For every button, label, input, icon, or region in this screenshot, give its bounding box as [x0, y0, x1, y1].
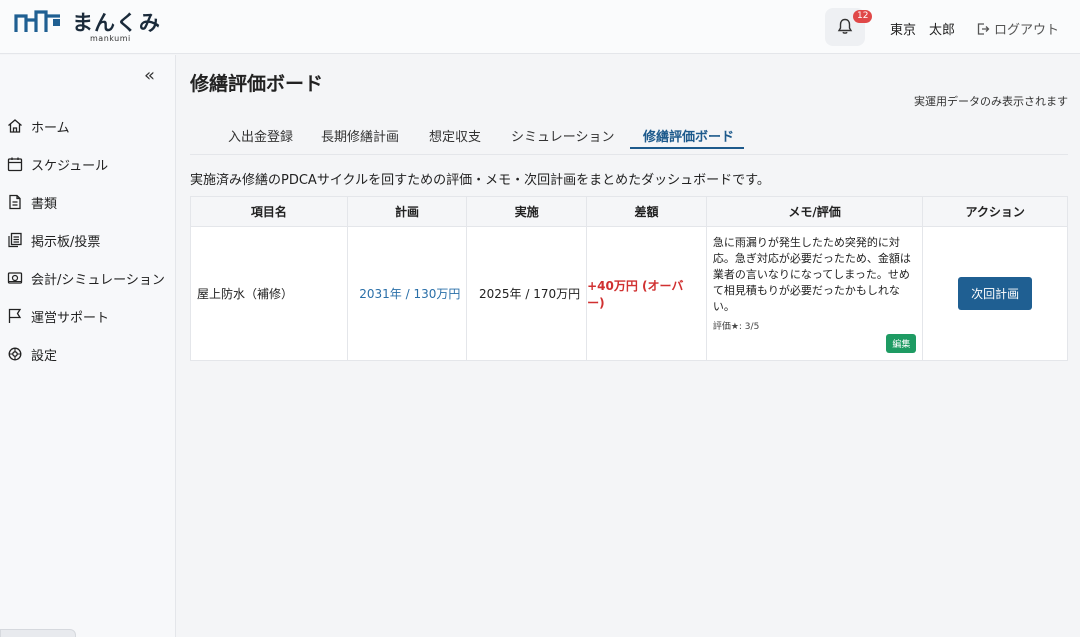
rating-text: 評価★: 3/5 [712, 322, 760, 332]
sidebar-item-schedule[interactable]: スケジュール [0, 145, 176, 183]
sidebar-item-label: スケジュール [31, 158, 109, 174]
column-header-actual: 実施 [467, 197, 588, 226]
column-header-memo: メモ/評価 [707, 197, 924, 226]
sidebar-item-home[interactable]: ホーム [0, 107, 176, 145]
cell-diff: +40万円 (オーバー) [587, 227, 707, 360]
app-header: まんくみ mankumi 12 東京 太郎 ログアウト [0, 0, 1080, 54]
logo-text: まんくみ [72, 11, 161, 35]
edit-button[interactable]: 編集 [886, 334, 917, 353]
logout-icon [977, 22, 990, 35]
gear-icon [8, 347, 22, 361]
sidebar-item-accounting[interactable]: 会計/シミュレーション [0, 259, 176, 297]
tab-simulation[interactable]: シミュレーション [511, 126, 614, 145]
cell-action: 次回計画 [923, 227, 1067, 360]
sidebar: « ホーム スケジュール 書類 掲示板/投票 会計/シミュレーション 運営サポー… [0, 55, 176, 637]
logout-button[interactable]: ログアウト [976, 19, 1059, 38]
user-name[interactable]: 東京 太郎 [890, 19, 955, 38]
active-tab-indicator [630, 147, 744, 149]
column-header-item: 項目名 [191, 197, 348, 226]
table-header: 項目名 計画 実施 差額 メモ/評価 アクション [191, 197, 1067, 227]
sidebar-item-label: ホーム [31, 120, 70, 136]
tab-long-term-plan[interactable]: 長期修繕計画 [321, 126, 399, 145]
sidebar-item-label: 設定 [31, 348, 58, 364]
column-header-plan: 計画 [348, 197, 468, 226]
page-description: 実施済み修繕のPDCAサイクルを回すための評価・メモ・次回計画をまとめたダッシュ… [190, 173, 770, 188]
sidebar-item-documents[interactable]: 書類 [0, 183, 176, 221]
column-header-action: アクション [965, 205, 1025, 219]
sidebar-item-label: 掲示板/投票 [31, 234, 101, 250]
home-icon [8, 119, 22, 133]
calendar-icon [7, 157, 23, 172]
table-row: 屋上防水（補修） 2031年 / 130万円 2025年 / 170万円 +40… [191, 227, 1067, 360]
tab-repair-evaluation[interactable]: 修繕評価ボード [643, 126, 734, 145]
cell-memo: 急に雨漏りが発生したため突発的に対応。急ぎ対応が必要だったため、金額は業者の言い… [707, 227, 924, 360]
memo-text: 急に雨漏りが発生したため突発的に対応。急ぎ対応が必要だったため、金額は業者の言い… [712, 236, 911, 313]
cell-item: 屋上防水（補修） [191, 227, 348, 360]
document-icon [9, 194, 21, 210]
sidebar-item-label: 運営サポート [31, 310, 110, 326]
notification-button[interactable]: 12 [825, 8, 873, 46]
tab-deposit-registration[interactable]: 入出金登録 [228, 126, 293, 145]
sidebar-item-label: 会計/シミュレーション [31, 272, 165, 288]
next-plan-button[interactable]: 次回計画 [958, 277, 1033, 310]
sidebar-item-settings[interactable]: 設定 [0, 335, 176, 373]
sidebar-nav: ホーム スケジュール 書類 掲示板/投票 会計/シミュレーション 運営サポート … [0, 107, 176, 373]
cell-actual: 2025年 / 170万円 [467, 227, 588, 360]
page-title: 修繕評価ボード [190, 73, 324, 95]
logo-subtext: mankumi [90, 34, 131, 43]
sidebar-item-label: 書類 [31, 196, 58, 212]
money-icon [7, 272, 23, 284]
tab-bar: 入出金登録 長期修繕計画 想定収支 シミュレーション 修繕評価ボード [190, 121, 1068, 155]
main-content: 修繕評価ボード 実運用データのみ表示されます 入出金登録 長期修繕計画 想定収支… [177, 55, 1080, 637]
bell-icon [837, 18, 853, 34]
clipboard-icon [8, 232, 22, 248]
column-header-diff: 差額 [587, 197, 707, 226]
logout-label: ログアウト [994, 23, 1060, 38]
evaluation-table: 項目名 計画 実施 差額 メモ/評価 アクション 屋上防水（補修） 2031年 … [190, 196, 1068, 361]
notification-badge: 12 [853, 10, 873, 23]
logo[interactable]: まんくみ mankumi [14, 10, 160, 43]
tab-expected-balance[interactable]: 想定収支 [429, 126, 481, 145]
collapse-sidebar-icon[interactable]: « [144, 65, 155, 86]
sidebar-item-support[interactable]: 運営サポート [0, 297, 176, 335]
cell-plan: 2031年 / 130万円 [348, 227, 468, 360]
sidebar-item-board[interactable]: 掲示板/投票 [0, 221, 176, 259]
footer-chip [0, 629, 76, 637]
logo-mark-icon [14, 10, 60, 32]
flag-icon [8, 308, 22, 323]
page-note: 実運用データのみ表示されます [914, 95, 1068, 108]
